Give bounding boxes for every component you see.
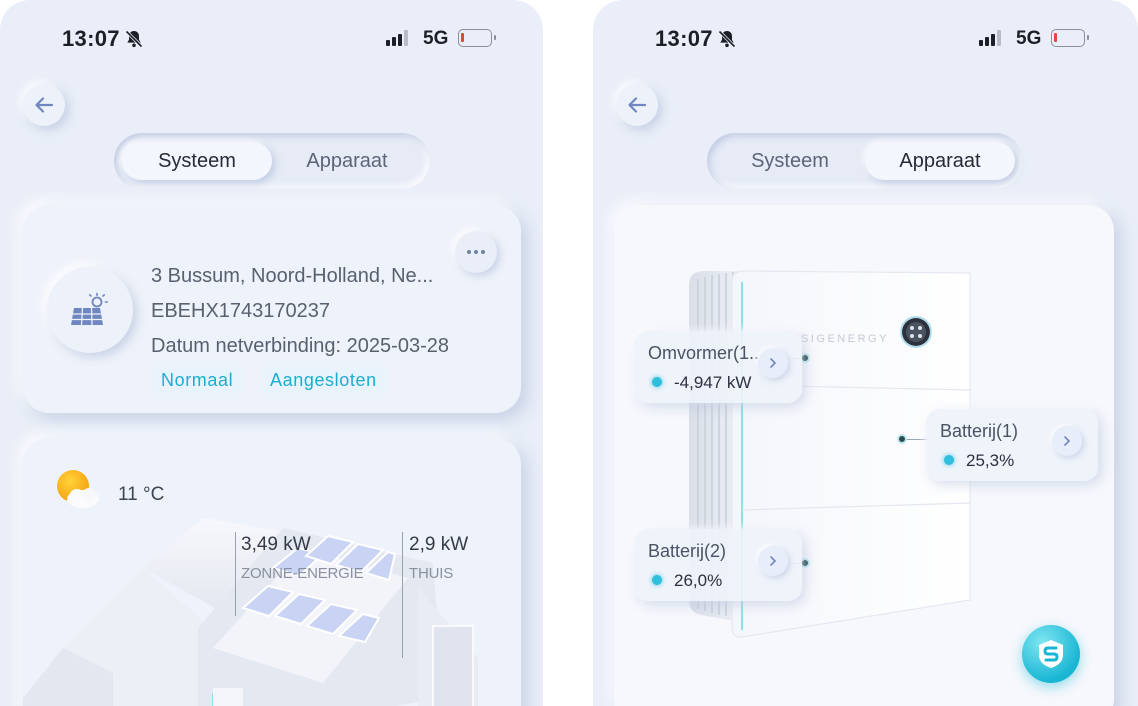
status-dot [944,455,954,465]
status-time: 13:07 [655,26,713,51]
battery-1-pin [897,434,907,444]
tab-systeem[interactable]: Systeem [715,142,865,180]
battery-1-callout[interactable]: Batterij(1) 25,3% [926,409,1098,481]
status-time: 13:07 [62,26,120,51]
battery-1-soc: 25,3% [966,451,1015,470]
battery-2-callout[interactable]: Batterij(2) 26,0% [634,529,802,601]
home-flow: 2,9 kW THUIS [409,534,468,582]
chevron-right-icon [770,556,777,566]
arrow-left-icon [35,97,54,113]
tab-apparaat[interactable]: Apparaat [865,142,1015,180]
battery-1-name: Batterij(1) [940,421,1019,441]
battery-2-soc: 26,0% [674,571,723,590]
chevron-right-icon [770,358,777,368]
battery-2-name: Batterij(2) [648,541,727,561]
partly-cloudy-icon [57,470,99,508]
status-dot [652,377,662,387]
device-screen: 13:07 5G Systeem Apparaat SIGENERGY Omvo… [593,0,1138,706]
solar-site-icon [47,267,133,353]
status-bar: 13:07 5G [0,24,543,54]
tab-apparaat[interactable]: Apparaat [272,142,422,180]
solar-panel-sun-icon [71,292,109,326]
device-card: SIGENERGY Omvormer(1... -4,947 kW Batter… [614,205,1114,706]
energy-flow-card[interactable]: 11 °C 3,49 kW ZONNE-ENERGIE 2,9 kW THUIS [23,438,521,706]
inverter-details-button[interactable] [758,348,788,378]
inverter-power: -4,947 kW [674,373,752,392]
site-address: 3 Bussum, Noord-Holland, Ne... [151,265,434,287]
back-button[interactable] [616,84,658,126]
inverter-callout[interactable]: Omvormer(1... -4,947 kW [634,331,802,403]
chevron-right-icon [1064,436,1071,446]
tab-systeem[interactable]: Systeem [122,142,272,180]
assistant-button[interactable] [1022,625,1080,683]
back-button[interactable] [23,84,65,126]
status-bar: 13:07 5G [593,24,1138,54]
temperature: 11 °C [118,484,165,505]
more-options-button[interactable] [455,231,497,273]
inverter-name: Omvormer(1... [648,343,765,363]
brand-wordmark: SIGENERGY [801,333,889,345]
home-flow-line [402,532,403,658]
signal-icon [386,30,408,46]
bell-muted-icon [718,30,736,48]
site-serial: EBEHX1743170237 [151,300,331,322]
battery-1-details-button[interactable] [1052,426,1082,456]
more-dots-icon [467,250,471,254]
network-type: 5G [1016,28,1042,49]
solar-power-label: ZONNE-ENERGIE [241,565,364,582]
solar-power-value: 3,49 kW [241,534,311,555]
brand-logo-icon [1039,640,1063,668]
status-badge-connected: Aangesloten [261,367,386,393]
signal-icon [979,30,1001,46]
solar-flow-line [235,532,236,616]
view-tabs: Systeem Apparaat [114,133,430,189]
home-power-value: 2,9 kW [409,534,469,555]
bell-muted-icon [125,30,143,48]
battery-icon [1051,29,1089,47]
network-type: 5G [423,28,449,49]
battery-2-details-button[interactable] [758,546,788,576]
arrow-left-icon [628,97,647,113]
grid-connection-date: Datum netverbinding: 2025-03-28 [151,335,449,357]
battery-icon [458,29,496,47]
status-dot [652,575,662,585]
solar-flow: 3,49 kW ZONNE-ENERGIE [241,534,364,582]
status-badge-normal: Normaal [152,367,243,393]
home-power-label: THUIS [409,565,454,582]
site-info-card[interactable]: 3 Bussum, Noord-Holland, Ne... EBEHX1743… [23,205,521,413]
view-tabs: Systeem Apparaat [707,133,1023,189]
system-screen: 13:07 5G Systeem Apparaat 3 Bussum, Noor… [0,0,543,706]
